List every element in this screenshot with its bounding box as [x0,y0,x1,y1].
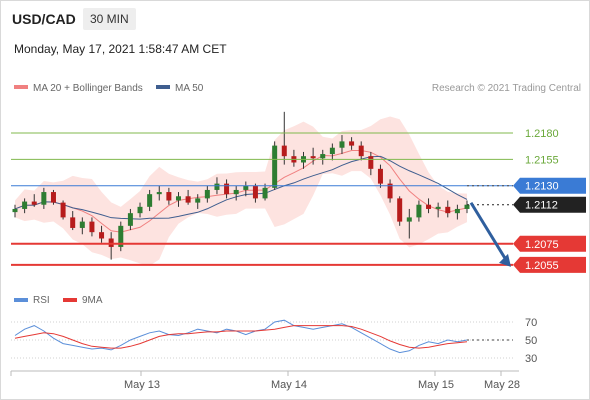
candle-body [377,168,383,184]
level-label: 1.2155 [525,154,559,166]
candle-body [147,194,153,207]
x-tick-label: May 15 [418,379,454,391]
candle-body [233,189,239,195]
candle-body [214,183,220,190]
ma9-legend-swatch [63,298,77,302]
candle-body [397,198,403,222]
candle-body [320,154,326,159]
ma50-legend-label: MA 50 [175,83,204,94]
candle-body [79,221,85,228]
candle-body [224,183,230,195]
candle-body [70,217,76,228]
level-label: 1.2130 [525,181,559,193]
ma9-legend-label: 9MA [82,295,103,306]
candle-body [50,192,56,203]
candle-body [358,145,364,157]
candle-body [406,217,412,222]
candle [50,189,56,205]
candle-body [108,238,114,247]
candle-body [368,156,374,169]
candle [397,196,403,226]
candle [272,141,278,190]
chart-frame: USD/CAD 30 MIN Monday, May 17, 2021 1:58… [0,0,590,400]
candle-body [175,196,181,201]
ma20-legend-swatch [14,85,28,89]
candle-body [41,192,47,205]
candle-body [195,198,201,203]
candle-body [60,202,66,218]
x-axis: May 13 May 14 May 15 May 28 [10,371,520,391]
candle-body [454,208,460,214]
candle-body [89,221,95,233]
candle-body [272,145,278,188]
candle [118,221,124,252]
candle-body [12,208,18,213]
x-tick-label: May 13 [124,379,160,391]
copyright-text: Research © 2021 Trading Central [432,83,581,94]
candle-body [166,192,172,201]
rsi-legend-label: RSI [33,295,50,306]
candle-body [252,185,258,199]
candle-body [416,204,422,218]
rsi-axis-label: 50 [525,335,537,347]
candle-body [329,147,335,155]
price-chart: MA 20 + Bollinger Bands MA 50 Research ©… [10,83,586,391]
candle-body [156,192,162,195]
x-tick-label: May 28 [484,379,520,391]
candle-body [22,201,28,209]
candle-body [204,189,210,199]
ma20-legend-label: MA 20 + Bollinger Bands [33,83,143,94]
chart-legend: MA 20 + Bollinger Bands MA 50 Research ©… [14,83,581,94]
candle-body [243,185,249,190]
ma50-legend-swatch [156,85,170,89]
candle [60,200,66,220]
rsi-legend-swatch [14,298,28,302]
candle-body [339,141,345,148]
candle-body [426,204,432,209]
candle-body [185,196,191,203]
level-label: 1.2112 [525,200,558,212]
candle-body [127,213,133,226]
candle-body [137,206,143,214]
rsi-legend: RSI 9MA [14,295,103,306]
candle-body [349,141,355,146]
level-label: 1.2075 [525,239,559,251]
rsi-axis-label: 70 [525,317,537,329]
level-label: 1.2180 [525,128,559,140]
price-panel [12,111,470,266]
candle-body [99,232,105,239]
candle-body [435,206,441,209]
level-label: 1.2055 [525,260,559,272]
candle-body [445,206,451,214]
forecast-arrow-shaft [469,201,508,261]
candle-body [262,187,268,199]
candle-body [464,204,470,209]
rsi-axis-label: 30 [525,353,537,365]
rsi-panel: 70 50 30 [11,317,537,365]
candle-body [281,145,287,157]
rsi-ma-line [14,325,468,349]
x-tick-label: May 14 [271,379,307,391]
rsi-line [14,319,468,354]
candle-body [31,201,37,205]
candle-body [310,156,316,159]
